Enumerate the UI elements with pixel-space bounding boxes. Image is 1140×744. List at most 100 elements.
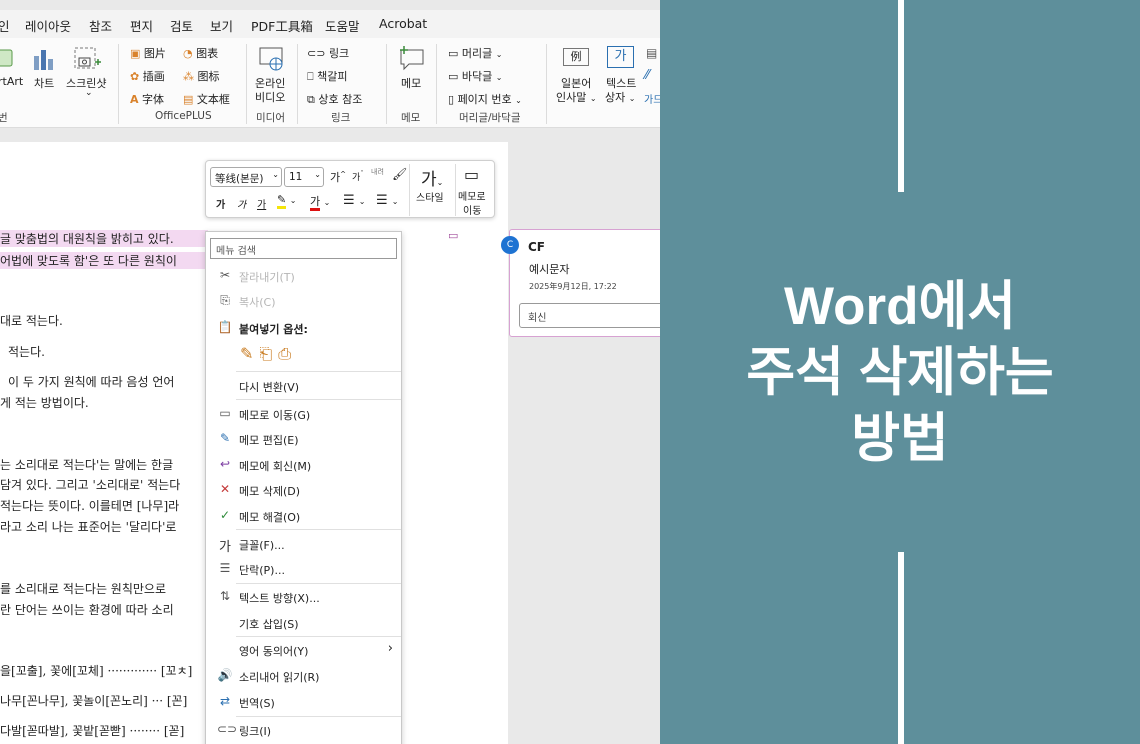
menu-insert[interactable]: 인 xyxy=(0,16,10,35)
format-painter-icon[interactable]: 🖌 xyxy=(392,167,407,181)
word-window: 인 레이아웃 참조 편지 검토 보기 PDF工具箱 도움말 Acrobat rt… xyxy=(0,0,660,744)
italic-button[interactable]: 가 xyxy=(237,196,246,211)
font-name-select[interactable]: 等线(본문) ⌄ xyxy=(210,167,282,187)
memo-icon[interactable]: ▭ xyxy=(464,165,479,184)
doc-line-11[interactable]: 를 소리대로 적는다는 원칙만으로 xyxy=(0,580,166,597)
textbox-icon[interactable]: 가 xyxy=(607,46,634,68)
menu-layout[interactable]: 레이아웃 xyxy=(25,16,71,35)
menu-search-input[interactable]: 메뉴 검색 xyxy=(210,238,397,259)
page-number-button[interactable]: ▯ 페이지 번호 ⌄ xyxy=(448,91,522,107)
doc-line-5[interactable]: 이 두 가지 원칙에 따라 음성 언어 xyxy=(8,373,174,390)
title-banner: Word에서 주석 삭제하는 방법 xyxy=(660,0,1140,744)
menu-item-reply-memo[interactable]: ↩ 메모에 회신(M) xyxy=(206,453,401,477)
comment-text[interactable]: 예시문자 xyxy=(529,261,569,277)
doc-line-10[interactable]: 라고 소리 나는 표준어는 '달리다'로 xyxy=(0,518,176,535)
quickparts-icon[interactable]: ▤ xyxy=(646,46,657,60)
menu-item-font[interactable]: 가 글꼴(F)... xyxy=(206,532,401,556)
menu-help[interactable]: 도움말 xyxy=(325,16,360,35)
menu-item-goto-memo[interactable]: ▭ 메모로 이동(G) xyxy=(206,402,401,426)
menu-item-text-direction[interactable]: ⇅ 텍스트 방향(X)... xyxy=(206,585,401,609)
paste-merge-format-icon[interactable]: ⎗ xyxy=(259,344,278,363)
menu-references[interactable]: 참조 xyxy=(89,16,112,35)
menu-review[interactable]: 검토 xyxy=(170,16,193,35)
menu-item-paragraph[interactable]: ☰ 단락(P)... xyxy=(206,557,401,581)
doc-line-8[interactable]: 담겨 있다. 그리고 '소리대로' 적는다 xyxy=(0,476,180,493)
chevron-down-icon: ⌄ xyxy=(515,96,522,105)
ribbon-group-illustrations-label: 번 xyxy=(0,112,8,124)
menu-item-synonyms[interactable]: 영어 동의어(Y) › xyxy=(206,638,401,662)
screenshot-button[interactable] xyxy=(73,46,103,75)
dropcap-label[interactable]: 가드 xyxy=(644,91,660,106)
menu-item-delete-memo[interactable]: ✕ 메모 삭제(D) xyxy=(206,478,401,502)
comment-card[interactable]: C CF 예시문자 2025年9月12日, 17:22 회신 xyxy=(501,229,660,337)
bookmark-icon: ⎕ xyxy=(307,70,314,83)
menu-item-resolve-memo[interactable]: ✓ 메모 해결(O) xyxy=(206,504,401,528)
reply-input[interactable]: 회신 xyxy=(519,303,660,328)
online-video-button[interactable] xyxy=(258,46,286,75)
doc-line-1[interactable]: 글 맞춤법의 대원칙을 밝히고 있다. xyxy=(0,230,208,247)
bookmark-button[interactable]: ⎕ 책갈피 xyxy=(307,68,347,84)
japanese-greeting-label-2[interactable]: 인사말 ⌄ xyxy=(556,89,597,105)
shrink-font-button[interactable]: 가ˇ xyxy=(352,170,364,183)
menu-item-copy[interactable]: ⎘ 복사(C) xyxy=(206,289,401,313)
doc-line-4[interactable]: 적는다. xyxy=(8,343,45,360)
doc-line-12[interactable]: 란 단어는 쓰이는 환경에 따라 소리 xyxy=(0,601,174,618)
menu-view[interactable]: 보기 xyxy=(210,16,233,35)
wordart-icon[interactable]: ⁄⁄ xyxy=(645,68,649,83)
new-memo-button[interactable] xyxy=(398,44,426,75)
paste-keep-format-icon[interactable]: ✎ xyxy=(240,344,259,363)
font-color-button[interactable]: 가 ⌄ xyxy=(310,193,330,211)
underline-button[interactable]: 가 xyxy=(257,196,266,211)
grow-font-button[interactable]: 가^ xyxy=(330,169,346,185)
menu-item-cut[interactable]: ✂ 잘라내기(T) xyxy=(206,264,401,288)
doc-line-6[interactable]: 게 적는 방법이다. xyxy=(0,394,89,411)
font-size-select[interactable]: 11 ⌄ xyxy=(284,167,324,187)
officeplus-icon-button[interactable]: ⁂ 图标 xyxy=(183,68,220,84)
menu-item-link[interactable]: ⊂⊃ 링크(I) xyxy=(206,718,401,742)
header-button[interactable]: ▭ 머리글 ⌄ xyxy=(448,45,502,61)
officeplus-font-button[interactable]: A 字体 xyxy=(130,91,164,107)
menu-item-translate[interactable]: ⇄ 번역(S) xyxy=(206,690,401,714)
menu-pdf-toolbox[interactable]: PDF工具箱 xyxy=(251,16,313,35)
smartart-button[interactable] xyxy=(0,46,14,70)
menu-divider xyxy=(236,716,401,717)
doc-line-9[interactable]: 적는다는 뜻이다. 이를테면 [나무]라 xyxy=(0,497,179,514)
bold-button[interactable]: 가 xyxy=(216,196,225,211)
screenshot-chevron-icon[interactable]: ⌄ xyxy=(85,88,93,98)
paste-option-icons[interactable]: ✎⎗⎙ xyxy=(240,344,297,364)
doc-line-13[interactable]: 을[꼬출], 꽃에[꼬체] ············· [꼬ㅊ] xyxy=(0,662,192,679)
menu-mailings[interactable]: 편지 xyxy=(130,16,153,35)
officeplus-group-label: OfficePLUS xyxy=(155,110,212,122)
toolbar-separator xyxy=(455,164,456,216)
japanese-greeting-icon[interactable]: 例 xyxy=(563,48,589,66)
bullets-button[interactable]: ☰ ⌄ xyxy=(343,193,366,208)
footer-button[interactable]: ▭ 바닥글 ⌄ xyxy=(448,68,502,84)
officeplus-textbox-button[interactable]: ▤ 文本框 xyxy=(183,91,230,107)
doc-line-14[interactable]: 나무[꼰나무], 꽃놀이[꼰노리] ··· [꼰] xyxy=(0,692,187,709)
doc-line-15[interactable]: 다발[꼳따발], 꽃밭[꼳빧] ········ [꼳] xyxy=(0,722,184,739)
officeplus-chart-button[interactable]: ◔ 图表 xyxy=(183,45,218,61)
menu-item-edit-memo[interactable]: ✎ 메모 편집(E) xyxy=(206,427,401,451)
numbering-button[interactable]: ☰ ⌄ xyxy=(376,193,399,208)
decorative-line-top xyxy=(898,0,904,192)
link-button[interactable]: ⊂⊃ 링크 xyxy=(307,45,349,61)
styles-button[interactable]: 가⌄ xyxy=(421,165,443,190)
paste-text-only-icon[interactable]: ⎙ xyxy=(278,344,297,363)
textbox-label-2[interactable]: 상자 ⌄ xyxy=(605,89,635,105)
doc-line-2[interactable]: 어법에 맞도록 함'은 또 다른 원칙이 xyxy=(0,252,208,269)
comment-anchor-icon[interactable]: ▭ xyxy=(448,229,458,242)
doc-line-7[interactable]: 는 소리대로 적는다'는 말에는 한글 xyxy=(0,456,173,473)
memo-icon: ▭ xyxy=(219,406,231,420)
doc-line-3[interactable]: 대로 적는다. xyxy=(0,312,63,329)
menu-item-insert-symbol[interactable]: 기호 삽입(S) xyxy=(206,611,401,635)
cross-reference-button[interactable]: ⧉ 상호 참조 xyxy=(307,91,362,107)
officeplus-picture-button[interactable]: ▣ 图片 xyxy=(130,45,166,61)
highlight-button[interactable]: ✎ ⌄ xyxy=(277,193,296,209)
menu-item-reconvert[interactable]: 다시 변환(V) xyxy=(206,374,401,398)
officeplus-illustration-button[interactable]: ✿ 插画 xyxy=(130,68,165,84)
delete-memo-icon: ✕ xyxy=(219,482,231,496)
clear-format-button[interactable]: 내려 xyxy=(371,167,384,177)
menu-item-read-aloud[interactable]: 🔊 소리내어 읽기(R) xyxy=(206,664,401,688)
menu-acrobat[interactable]: Acrobat xyxy=(379,16,427,31)
chart-button[interactable] xyxy=(32,46,56,75)
